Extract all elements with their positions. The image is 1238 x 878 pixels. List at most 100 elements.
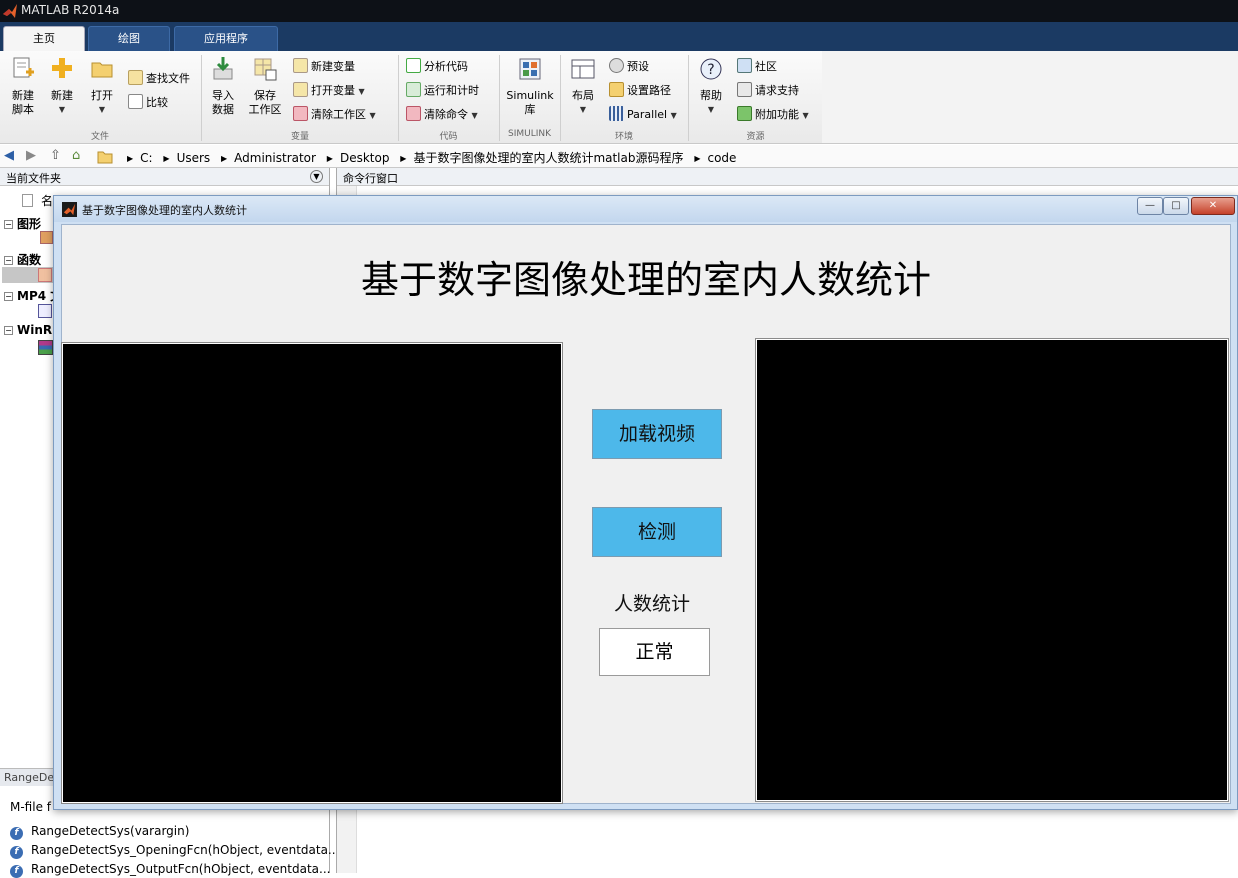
community-icon [737,58,752,73]
compare-button[interactable]: 比较 [128,93,168,113]
browse-folder-icon[interactable]: ⌂ [72,148,80,163]
parallel-dropdown-icon[interactable]: ▼ [671,111,677,120]
folder-group-functions[interactable]: − 函数 [4,251,41,268]
breadcrumb-project-folder[interactable]: 基于数字图像处理的室内人数统计matlab源码程序 [413,151,683,165]
breadcrumb-users[interactable]: Users [177,151,211,165]
help-label: 帮助 [700,89,722,102]
breadcrumb-desktop[interactable]: Desktop [340,151,390,165]
tab-plots[interactable]: 绘图 [88,26,170,51]
code-group-label: 代码 [439,132,458,142]
addons-button[interactable]: 附加功能 ▼ [737,105,809,125]
import-data-button[interactable]: 导入 数据 [206,55,240,117]
tab-home[interactable]: 主页 [3,26,85,51]
run-and-time-button[interactable]: 运行和计时 [406,81,479,101]
analyze-code-label: 分析代码 [424,60,468,73]
forward-arrow-icon[interactable]: ▶ [26,148,36,163]
new-script-button[interactable]: 新建 脚本 [6,55,40,117]
save-label-1: 保存 [254,89,276,102]
clear-commands-button[interactable]: 清除命令 ▼ [406,105,478,125]
preferences-button[interactable]: 预设 [609,57,649,77]
window-title: MATLAB R2014a [21,3,120,17]
folder-group-figures[interactable]: − 图形 [4,215,41,232]
analyze-code-button[interactable]: 分析代码 [406,57,468,77]
parallel-button[interactable]: Parallel ▼ [609,105,677,125]
open-variable-icon [293,82,308,97]
right-result-axes [756,339,1228,801]
open-label: 打开 [91,89,113,102]
open-button[interactable]: 打开 ▼ [86,55,118,117]
up-folder-icon[interactable]: ⇧ [50,148,61,163]
minimize-button[interactable]: — [1137,197,1163,215]
panel-menu-icon[interactable]: ▼ [310,170,323,183]
matlab-logo-icon [62,202,77,217]
function-list-item[interactable]: f RangeDetectSys(varargin) [10,824,189,840]
open-dropdown-icon[interactable]: ▼ [86,103,118,117]
open-variable-button[interactable]: 打开变量 ▼ [293,81,365,101]
clear-workspace-dropdown-icon[interactable]: ▼ [370,111,376,120]
people-count-field[interactable]: 正常 [599,628,710,676]
request-support-button[interactable]: 请求支持 [737,81,799,101]
load-video-button[interactable]: 加载视频 [592,409,722,459]
clear-commands-dropdown-icon[interactable]: ▼ [472,111,478,120]
group-label: 图形 [17,217,42,231]
find-files-label: 查找文件 [146,72,190,85]
addons-dropdown-icon[interactable]: ▼ [803,111,809,120]
archive-file-icon[interactable] [38,340,53,355]
maximize-button[interactable]: □ [1163,197,1189,215]
current-folder-header: 当前文件夹 ▼ [0,168,329,186]
open-variable-dropdown-icon[interactable]: ▼ [359,87,365,96]
collapse-icon[interactable]: − [4,292,13,301]
back-arrow-icon[interactable]: ◀ [4,148,14,163]
command-window-header: 命令行窗口 [337,168,1238,186]
save-workspace-button[interactable]: 保存 工作区 [246,55,284,117]
set-path-button[interactable]: 设置路径 [609,81,671,101]
find-files-button[interactable]: 查找文件 [128,69,190,89]
new-button[interactable]: 新建 ▼ [46,55,78,117]
parallel-icon [609,106,624,121]
file-icon [22,194,33,207]
detect-button[interactable]: 检测 [592,507,722,557]
function-list-item[interactable]: f RangeDetectSys_OutputFcn(hObject, event… [10,862,330,878]
request-support-label: 请求支持 [755,84,799,97]
collapse-icon[interactable]: − [4,326,13,335]
open-folder-icon [91,62,113,78]
community-button[interactable]: 社区 [737,57,777,77]
compare-icon [128,94,143,109]
new-variable-button[interactable]: 新建变量 [293,57,355,77]
tab-apps[interactable]: 应用程序 [174,26,278,51]
folder-icon [97,151,113,164]
layout-button[interactable]: 布局 ▼ [566,55,600,117]
breadcrumb-administrator[interactable]: Administrator [234,151,316,165]
layout-icon [571,59,595,79]
m-file-icon [38,268,52,282]
folder-group-winrar[interactable]: − WinR [4,323,52,337]
function-icon: f [10,827,23,840]
breadcrumb: ▶ C: ▶ Users ▶ Administrator ▶ Desktop ▶ 基于数字… [120,149,736,166]
open-variable-label: 打开变量 [311,84,355,97]
help-dropdown-icon[interactable]: ▼ [694,103,728,117]
community-label: 社区 [755,60,777,73]
layout-label: 布局 [572,89,594,102]
help-button[interactable]: ? 帮助 ▼ [694,55,728,117]
figure-title-bar[interactable]: 基于数字图像处理的室内人数统计 — □ ✕ [54,196,1237,222]
breadcrumb-separator-icon: ▶ [163,154,170,163]
group-label: 函数 [17,253,42,267]
figure-client-area: 基于数字图像处理的室内人数统计 加载视频 检测 人数统计 正常 [61,224,1231,804]
simulink-library-button[interactable]: Simulink 库 [503,55,557,117]
function-list-item[interactable]: f RangeDetectSys_OpeningFcn(hObject, even… [10,843,339,859]
clear-workspace-button[interactable]: 清除工作区 ▼ [293,105,376,125]
collapse-icon[interactable]: − [4,220,13,229]
save-label-2: 工作区 [248,103,282,116]
simulink-library-icon [519,58,541,80]
environment-group-label: 环境 [614,132,633,142]
selected-file-row[interactable] [2,267,54,283]
breadcrumb-code[interactable]: code [707,151,736,165]
new-dropdown-icon[interactable]: ▼ [46,103,78,117]
close-button[interactable]: ✕ [1191,197,1235,215]
fig-file-icon[interactable] [40,231,53,244]
breadcrumb-drive[interactable]: C: [140,151,152,165]
mp4-file-icon[interactable] [38,304,52,318]
layout-dropdown-icon[interactable]: ▼ [566,103,600,117]
name-column-header[interactable]: 名 [22,192,53,209]
collapse-icon[interactable]: − [4,256,13,265]
